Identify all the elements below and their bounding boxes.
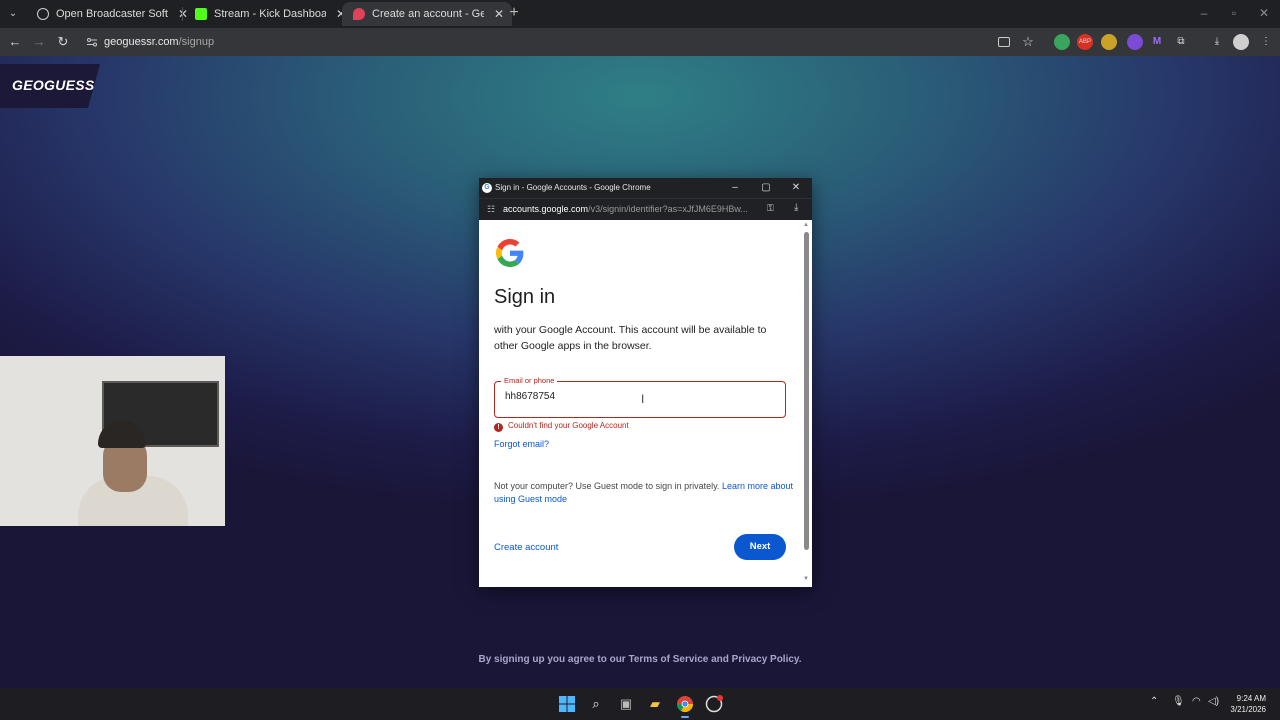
active-app-indicator <box>681 716 689 718</box>
extensions-puzzle-icon[interactable]: ⧉ <box>1173 34 1189 50</box>
popup-window-title: Sign in - Google Accounts - Google Chrom… <box>495 183 651 192</box>
address-bar[interactable]: geoguessr.com/signup <box>80 31 1045 53</box>
email-error-message: ! Couldn't find your Google Account <box>494 421 629 432</box>
new-tab-button[interactable]: + <box>505 4 523 22</box>
volume-icon[interactable]: ◁) <box>1208 696 1219 707</box>
forward-icon[interactable]: → <box>30 33 48 51</box>
scroll-down-arrow-icon[interactable]: ▼ <box>802 576 810 582</box>
close-window-icon[interactable]: ✕ <box>1256 6 1272 20</box>
system-clock[interactable]: 9:24 AM 3/21/2026 <box>1226 693 1266 715</box>
tab-geoguessr[interactable]: Create an account - GeoGuessr ✕ <box>342 2 512 26</box>
adblock-extension-icon[interactable]: ABP <box>1077 34 1093 50</box>
site-info-icon[interactable] <box>86 36 98 48</box>
text-cursor-icon: I <box>641 392 645 406</box>
extension-icon[interactable] <box>1054 34 1070 50</box>
signin-heading: Sign in <box>494 286 556 308</box>
site-info-icon[interactable]: ☷ <box>487 204 495 215</box>
popup-url-text: accounts.google.com/v3/signin/identifier… <box>503 199 755 219</box>
downloads-icon[interactable]: ⤓ <box>1209 34 1225 50</box>
search-icon[interactable]: ⌕ <box>586 694 606 714</box>
url-path: /signup <box>178 36 215 48</box>
chrome-taskbar-icon[interactable] <box>675 694 695 714</box>
guest-mode-text: Not your computer? Use Guest mode to sig… <box>494 481 720 491</box>
menu-kebab-icon[interactable]: ⋮ <box>1258 34 1274 50</box>
create-account-link[interactable]: Create account <box>494 542 558 553</box>
obs-taskbar-icon[interactable] <box>704 694 724 714</box>
clock-date: 3/21/2026 <box>1230 705 1266 714</box>
tab-separator <box>182 7 183 21</box>
popup-scrollbar[interactable]: ▲ ▼ <box>802 222 810 586</box>
terms-text: By signing up you agree to our Terms of … <box>478 654 802 665</box>
google-logo-icon <box>496 239 524 267</box>
popup-address-bar: ☷ accounts.google.com/v3/signin/identifi… <box>479 198 812 220</box>
geoguessr-logo[interactable]: GEOGUESSR <box>0 64 100 108</box>
extension-icon[interactable] <box>1101 34 1117 50</box>
minimize-icon[interactable]: – <box>1196 6 1212 20</box>
logo-text: GEOGUESSR <box>12 77 105 93</box>
back-icon[interactable]: ← <box>6 33 24 51</box>
close-icon[interactable]: ✕ <box>786 178 806 198</box>
tray-overflow-chevron-icon[interactable]: ⌃ <box>1150 696 1158 707</box>
password-key-icon[interactable]: ⚿ <box>767 203 774 214</box>
webcam-overlay <box>0 356 225 526</box>
error-icon: ! <box>494 423 503 432</box>
file-explorer-icon[interactable]: ▰ <box>645 694 665 714</box>
email-input[interactable] <box>505 391 765 402</box>
email-field-label: Email or phone <box>501 376 558 385</box>
minimize-icon[interactable]: – <box>725 178 745 198</box>
windows-taskbar: ⌕ ▣ ▰ ⌃ 🎙 ◠ ◁) 9:24 AM 3/21/2026 <box>0 688 1280 720</box>
tab-kick[interactable]: Stream - Kick Dashboard ✕ <box>184 2 354 26</box>
extension-m-icon[interactable]: M <box>1149 34 1165 50</box>
profile-avatar[interactable] <box>1233 34 1249 50</box>
reload-icon[interactable]: ↻ <box>54 33 72 51</box>
google-signin-popup: G Sign in - Google Accounts - Google Chr… <box>479 178 812 587</box>
maximize-icon[interactable]: ▫ <box>1226 6 1242 20</box>
tab-search-icon[interactable]: ⌄ <box>4 5 22 23</box>
tab-title: Stream - Kick Dashboard <box>214 8 326 20</box>
download-icon[interactable]: ⤓ <box>794 202 798 213</box>
signin-subtitle: with your Google Account. This account w… <box>494 324 767 352</box>
tab-title: Create an account - GeoGuessr <box>372 8 484 20</box>
popup-title-bar: G Sign in - Google Accounts - Google Chr… <box>479 178 812 198</box>
tab-strip: ⌄ Open Broadcaster Software | OBS ✕ Stre… <box>0 0 1280 28</box>
kick-icon <box>195 8 207 20</box>
task-view-icon[interactable]: ▣ <box>616 694 636 714</box>
scroll-up-arrow-icon[interactable]: ▲ <box>802 222 810 228</box>
tab-title: Open Broadcaster Software | OBS <box>56 8 168 20</box>
browser-toolbar: ← → ↻ geoguessr.com/signup ☆ ABP M ⧉ ⤓ ⋮ <box>0 28 1280 56</box>
url-text: geoguessr.com/signup <box>104 31 214 53</box>
scrollbar-thumb[interactable] <box>804 232 809 550</box>
url-path: /v3/signin/identifier?as=xJfJM6E9HBw... <box>588 204 748 214</box>
cast-icon[interactable] <box>998 37 1010 47</box>
windows-start-icon[interactable] <box>557 694 577 714</box>
bookmark-star-icon[interactable]: ☆ <box>1020 34 1036 50</box>
geoguessr-pin-icon <box>353 8 365 20</box>
email-field[interactable]: Email or phone I <box>494 376 786 418</box>
error-text: Couldn't find your Google Account <box>508 421 629 430</box>
maximize-icon[interactable]: ▢ <box>756 178 776 198</box>
close-tab-icon[interactable]: ✕ <box>494 2 504 26</box>
google-icon: G <box>482 183 492 193</box>
forgot-email-link[interactable]: Forgot email? <box>494 439 549 449</box>
url-host: geoguessr.com <box>104 36 179 48</box>
extension-icon[interactable] <box>1127 34 1143 50</box>
guest-mode-notice: Not your computer? Use Guest mode to sig… <box>494 480 794 506</box>
tab-obs[interactable]: Open Broadcaster Software | OBS ✕ <box>26 2 196 26</box>
next-button[interactable]: Next <box>734 534 786 560</box>
wifi-icon[interactable]: ◠ <box>1192 696 1201 707</box>
url-host: accounts.google.com <box>503 204 589 214</box>
microphone-icon[interactable]: 🎙 <box>1172 696 1185 707</box>
obs-icon <box>37 8 49 20</box>
clock-time: 9:24 AM <box>1236 694 1266 703</box>
